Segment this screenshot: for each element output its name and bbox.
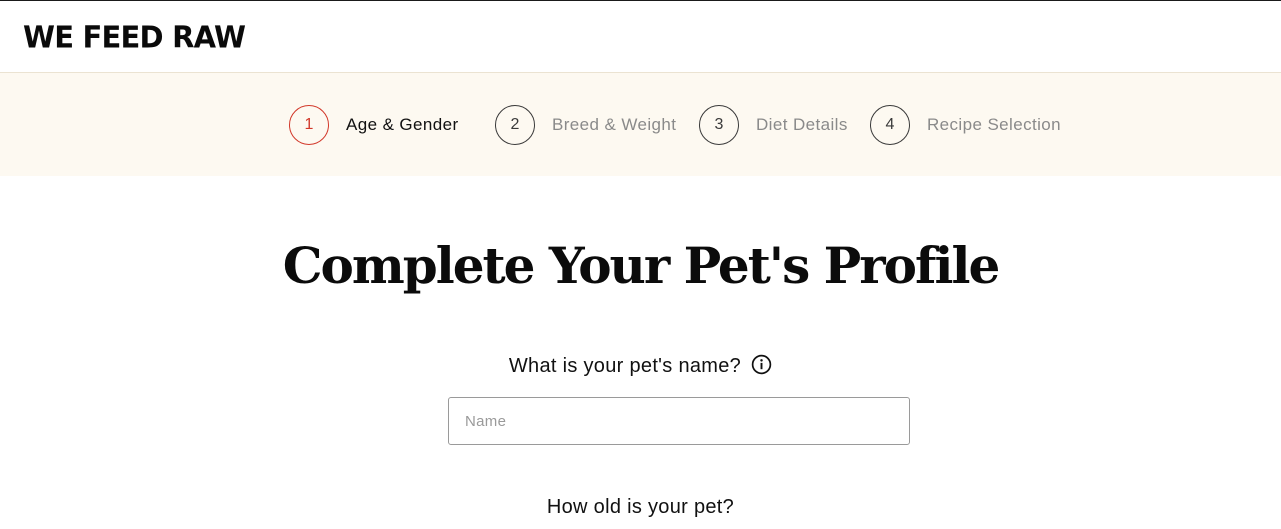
- page: WE FEED RAW 1 Age & Gender 2 Breed & Wei…: [0, 0, 1281, 529]
- step-label: Breed & Weight: [552, 115, 677, 134]
- pet-age-question: How old is your pet?: [546, 496, 735, 518]
- profile-form: Complete Your Pet's Profile What is your…: [0, 176, 1281, 529]
- site-header: WE FEED RAW: [0, 1, 1281, 73]
- step-label: Diet Details: [756, 115, 848, 134]
- step-number: 2: [495, 105, 535, 145]
- pet-name-label: What is your pet's name?: [508, 355, 742, 377]
- step-diet-details[interactable]: 3 Diet Details: [699, 105, 848, 145]
- step-age-gender[interactable]: 1 Age & Gender: [289, 105, 459, 145]
- step-number: 3: [699, 105, 739, 145]
- step-recipe-selection[interactable]: 4 Recipe Selection: [870, 105, 1061, 145]
- pet-name-input[interactable]: [448, 397, 910, 445]
- pet-name-question: What is your pet's name?: [0, 354, 1281, 378]
- progress-stepper: 1 Age & Gender 2 Breed & Weight 3 Diet D…: [0, 73, 1281, 176]
- page-title: Complete Your Pet's Profile: [282, 236, 1001, 295]
- step-breed-weight[interactable]: 2 Breed & Weight: [495, 105, 676, 145]
- info-icon[interactable]: [751, 354, 772, 375]
- step-number: 4: [870, 105, 910, 145]
- step-label: Age & Gender: [346, 115, 459, 134]
- step-label: Recipe Selection: [927, 115, 1061, 134]
- step-number: 1: [289, 105, 329, 145]
- logo[interactable]: WE FEED RAW: [23, 19, 246, 55]
